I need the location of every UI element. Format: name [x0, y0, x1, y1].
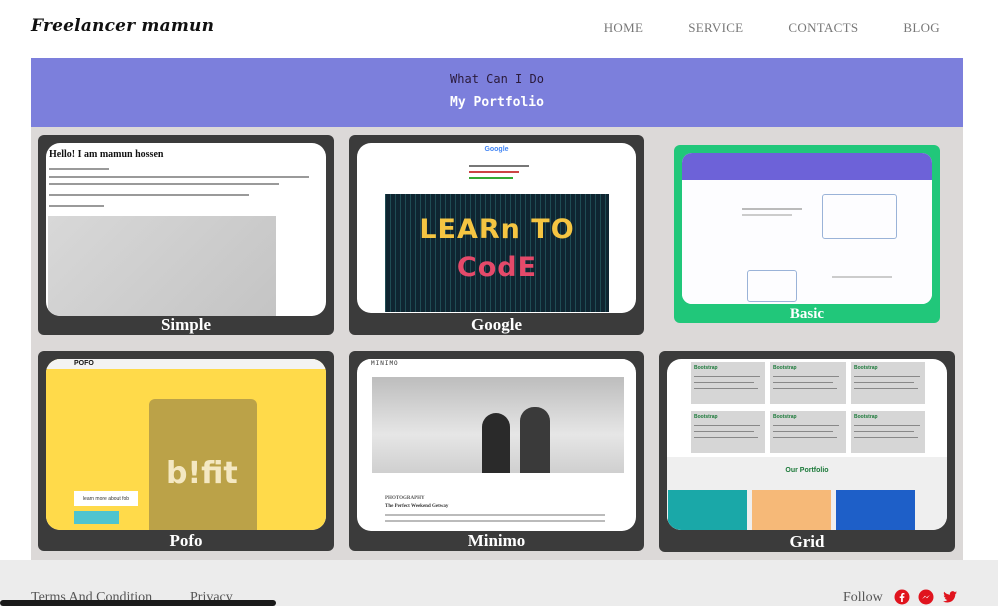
card-label: Pofo — [169, 531, 203, 550]
messenger-icon[interactable] — [918, 589, 934, 605]
portfolio-gallery: Hello! I am mamun hossen Simple Google L… — [31, 127, 963, 560]
preview-logo: MINIMO — [371, 360, 399, 367]
preview-illustration — [747, 270, 797, 302]
preview-text-line — [469, 171, 519, 173]
preview-panel: Bootstrap — [851, 362, 925, 404]
preview-photo — [48, 216, 276, 316]
preview-logo: Google — [357, 146, 636, 153]
preview-text-line — [49, 194, 249, 196]
preview-caption: PHOTOGRAPHY — [385, 496, 425, 501]
preview-text-line — [469, 177, 513, 179]
google-logo-text: Google — [484, 146, 509, 153]
horizontal-scrollbar[interactable] — [0, 600, 276, 606]
preview-panel: Bootstrap — [691, 411, 765, 453]
follow-label: Follow — [843, 590, 883, 605]
preview-button-secondary — [74, 511, 119, 524]
preview-thumbnail — [668, 490, 747, 530]
portfolio-card-basic[interactable]: Basic — [674, 145, 940, 323]
preview-text-line — [49, 205, 104, 207]
card-preview-image: MINIMO PHOTOGRAPHY The Perfect Weekend G… — [357, 359, 636, 531]
banner-title: My Portfolio — [450, 95, 544, 110]
preview-text-line — [469, 165, 529, 167]
preview-navbar: POFO — [46, 359, 326, 369]
preview-image-text: b!fit — [166, 456, 238, 491]
preview-photo — [372, 377, 624, 473]
preview-thumbnail — [836, 490, 915, 530]
portfolio-card-pofo[interactable]: POFO b!fit learn more about fob Pofo — [38, 351, 334, 551]
twitter-icon[interactable] — [942, 589, 958, 605]
learn-to-code-image: LEARn TO CodE — [385, 194, 609, 312]
preview-button: learn more about fob — [74, 491, 138, 506]
preview-panel: Bootstrap — [851, 411, 925, 453]
nav-service-link[interactable]: SERVICE — [688, 20, 743, 36]
preview-panel: Bootstrap — [691, 362, 765, 404]
card-label: Basic — [789, 306, 825, 322]
preview-header — [682, 153, 932, 180]
card-preview-image: Google LEARn TO CodE — [357, 143, 636, 313]
portfolio-card-simple[interactable]: Hello! I am mamun hossen Simple — [38, 135, 334, 335]
nav-contacts-link[interactable]: CONTACTS — [788, 20, 858, 36]
preview-navbar: MINIMO — [357, 359, 636, 369]
preview-text-line — [385, 520, 605, 522]
card-label: Simple — [160, 315, 212, 334]
card-preview-image — [682, 153, 932, 304]
preview-text-line — [49, 183, 279, 185]
portfolio-card-google[interactable]: Google LEARn TO CodE Google — [349, 135, 644, 335]
preview-text-line — [49, 168, 109, 170]
card-preview-image: POFO b!fit learn more about fob — [46, 359, 326, 530]
card-preview-image: Hello! I am mamun hossen — [46, 143, 326, 316]
card-label: Grid — [789, 532, 825, 551]
preview-logo: POFO — [74, 360, 94, 367]
preview-text-line — [742, 208, 802, 210]
preview-body — [682, 180, 932, 304]
preview-thumbnail — [752, 490, 831, 530]
preview-image-text: LEARn TO — [419, 214, 575, 245]
preview-heading: Hello! I am mamun hossen — [49, 149, 164, 160]
banner-subtitle: What Can I Do — [450, 72, 544, 86]
site-header: Freelancer mamun HOME SERVICE CONTACTS B… — [0, 0, 998, 58]
preview-text-line — [385, 514, 605, 516]
nav-home-link[interactable]: HOME — [604, 20, 643, 36]
preview-illustration — [822, 194, 897, 239]
preview-text-line — [49, 176, 309, 178]
nav-blog-link[interactable]: BLOG — [903, 20, 940, 36]
preview-text-line — [832, 276, 892, 278]
preview-panel: Bootstrap — [770, 362, 846, 404]
main-nav: HOME SERVICE CONTACTS BLOG — [559, 20, 940, 36]
portfolio-card-grid[interactable]: Bootstrap Bootstrap Bootstrap Bootstrap — [659, 351, 955, 552]
portfolio-card-minimo[interactable]: MINIMO PHOTOGRAPHY The Perfect Weekend G… — [349, 351, 644, 551]
facebook-icon[interactable] — [894, 589, 910, 605]
preview-image-text: CodE — [456, 252, 538, 283]
card-label: Google — [471, 315, 522, 334]
brand-logo[interactable]: Freelancer mamun — [31, 16, 214, 36]
preview-section-title: Our Portfolio — [785, 467, 829, 474]
preview-panel: Bootstrap — [770, 411, 846, 453]
card-preview-image: Bootstrap Bootstrap Bootstrap Bootstrap — [667, 359, 947, 530]
preview-title: The Perfect Weekend Getway — [385, 504, 449, 509]
preview-text-line — [742, 214, 792, 216]
card-label: Minimo — [467, 531, 526, 550]
portfolio-banner: What Can I Do My Portfolio — [31, 58, 963, 127]
